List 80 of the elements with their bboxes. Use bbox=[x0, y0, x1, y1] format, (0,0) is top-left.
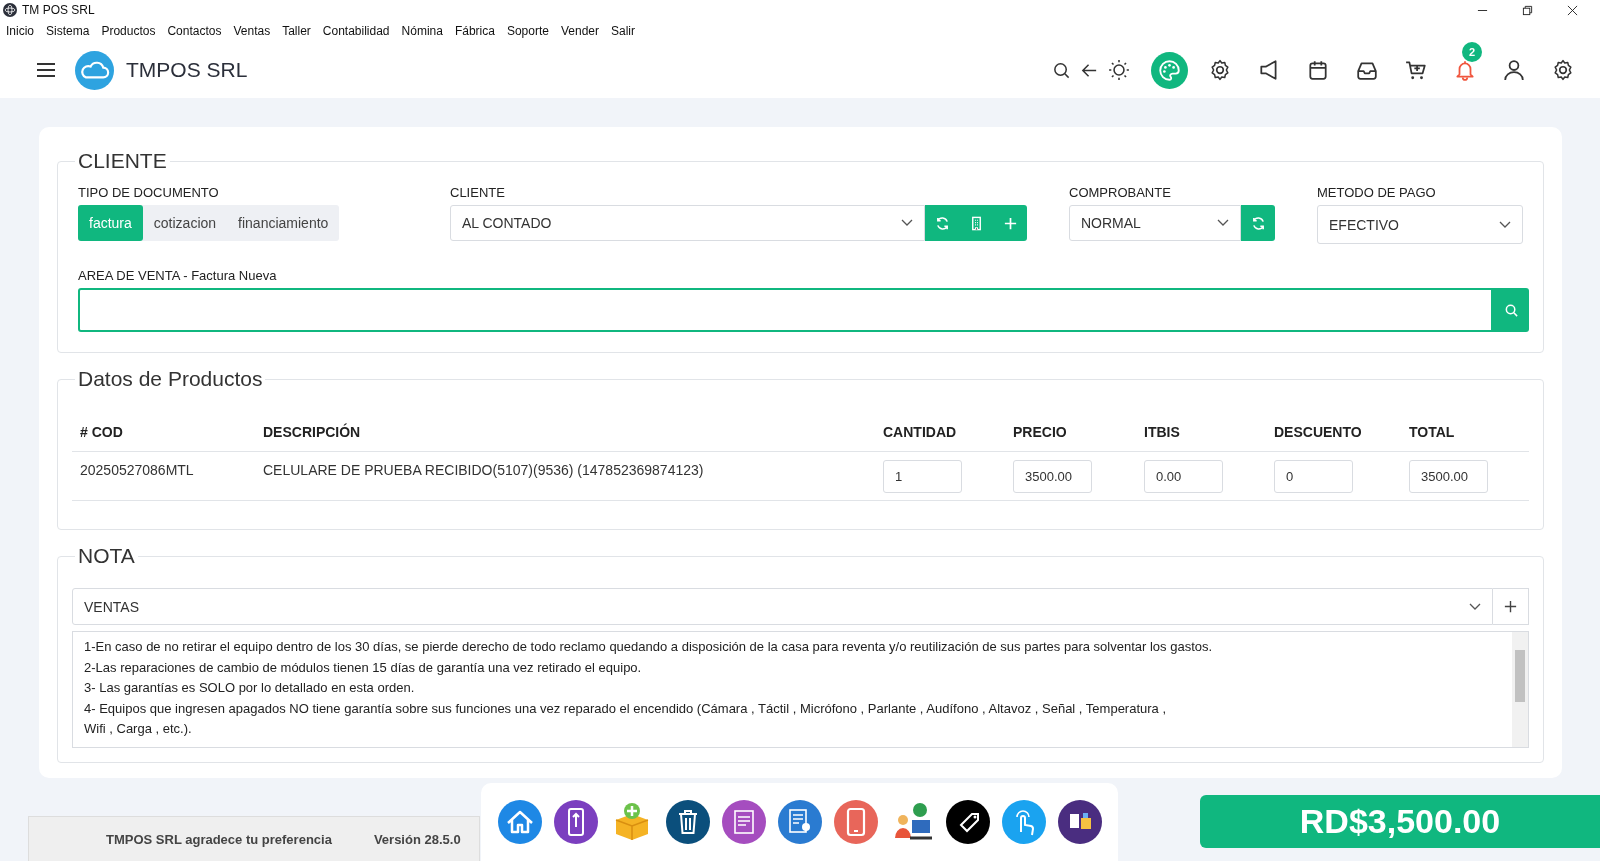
price-tag-icon[interactable] bbox=[945, 800, 990, 844]
document-type-option[interactable]: cotizacion bbox=[142, 205, 228, 241]
search-icon bbox=[1503, 302, 1519, 318]
chevron-down-icon bbox=[1499, 220, 1511, 229]
tablet-icon[interactable] bbox=[833, 800, 878, 844]
app-logo-icon bbox=[3, 3, 17, 17]
field-label: METODO DE PAGO bbox=[1317, 185, 1437, 200]
sales-search-input[interactable] bbox=[78, 288, 1493, 332]
footer-text: TMPOS SRL agradece tu preferencia bbox=[106, 831, 332, 847]
version-text: Versión 28.5.0 bbox=[373, 831, 461, 847]
palette-icon[interactable] bbox=[1151, 51, 1188, 89]
trash-icon[interactable] bbox=[665, 800, 710, 844]
menu-item[interactable]: Fábrica bbox=[454, 24, 495, 38]
scrollbar[interactable] bbox=[1512, 632, 1528, 747]
menu-item[interactable]: Contactos bbox=[167, 24, 222, 38]
section-title: Datos de Productos bbox=[77, 367, 264, 391]
settings-icon[interactable] bbox=[1552, 59, 1574, 81]
column-header: CANTIDAD bbox=[883, 424, 958, 440]
menu-item[interactable]: Soporte bbox=[506, 24, 549, 38]
column-header: ITBIS bbox=[1144, 424, 1181, 440]
home-icon[interactable] bbox=[497, 800, 542, 844]
brand-name: TMPOS SRL bbox=[126, 58, 248, 82]
document-type-option[interactable]: financiamiento bbox=[227, 205, 340, 241]
sun-icon[interactable] bbox=[1108, 59, 1130, 81]
menu-item[interactable]: Inicio bbox=[6, 24, 34, 38]
note-category-select[interactable]: VENTAS bbox=[72, 588, 1493, 625]
phone-repair-icon[interactable] bbox=[553, 800, 598, 844]
client-select[interactable]: AL CONTADO bbox=[450, 205, 925, 241]
column-header: PRECIO bbox=[1013, 424, 1068, 440]
voucher-select[interactable]: NORMAL bbox=[1069, 205, 1241, 241]
section-title: NOTA bbox=[77, 544, 136, 568]
plus-icon bbox=[1503, 599, 1518, 614]
window-title: TM POS SRL bbox=[22, 3, 95, 17]
restore-icon[interactable] bbox=[1522, 4, 1533, 16]
plus-icon bbox=[1002, 215, 1018, 231]
table-input[interactable]: 1 bbox=[883, 459, 962, 493]
column-header: DESCUENTO bbox=[1274, 424, 1363, 440]
refresh-icon bbox=[1250, 215, 1266, 231]
chevron-down-icon bbox=[901, 219, 913, 227]
menu-item[interactable]: Productos bbox=[101, 24, 156, 38]
menu-item[interactable]: Vender bbox=[560, 24, 599, 38]
menu-item[interactable]: Nómina bbox=[401, 24, 443, 38]
table-cell-text: 20250527086MTL bbox=[80, 461, 195, 478]
menu-item[interactable]: Taller bbox=[282, 24, 311, 38]
settings-icon[interactable] bbox=[1209, 59, 1231, 81]
menu-item[interactable]: Contabilidad bbox=[322, 24, 390, 38]
menu-item[interactable]: Sistema bbox=[46, 24, 90, 38]
gallery-icon[interactable] bbox=[1057, 800, 1102, 844]
touch-hand-icon[interactable] bbox=[1001, 800, 1046, 844]
receipt-icon[interactable] bbox=[721, 800, 766, 844]
section-title: CLIENTE bbox=[77, 149, 168, 173]
calendar-icon[interactable] bbox=[1307, 59, 1329, 81]
total-amount: RD$3,500.00 bbox=[1200, 795, 1600, 848]
table-input[interactable]: 0 bbox=[1274, 459, 1353, 493]
refresh-icon bbox=[934, 215, 950, 231]
bell-icon[interactable] bbox=[1454, 59, 1476, 81]
menu-item[interactable]: Ventas bbox=[233, 24, 271, 38]
table-cell-text: CELULARE DE PRUEBA RECIBIDO(5107)(9536) (147852369874123) bbox=[263, 461, 705, 478]
field-label: AREA DE VENTA - Factura Nueva bbox=[78, 268, 278, 283]
table-input[interactable]: 0.00 bbox=[1144, 459, 1223, 493]
chevron-down-icon bbox=[1469, 602, 1481, 611]
menu-item[interactable]: Salir bbox=[611, 24, 635, 38]
field-label: COMPROBANTE bbox=[1069, 185, 1172, 200]
field-label: TIPO DE DOCUMENTO bbox=[78, 185, 220, 200]
column-header: TOTAL bbox=[1409, 424, 1456, 440]
table-input[interactable]: 3500.00 bbox=[1409, 459, 1488, 493]
chevron-down-icon bbox=[1217, 219, 1229, 227]
column-header: DESCRIPCIÓN bbox=[263, 424, 362, 440]
field-label: CLIENTE bbox=[450, 185, 506, 200]
search-icon[interactable] bbox=[1052, 60, 1071, 80]
document-icon[interactable] bbox=[777, 800, 822, 844]
payment-method-select[interactable]: EFECTIVO bbox=[1317, 205, 1523, 244]
cart-plus-icon[interactable] bbox=[1405, 59, 1427, 81]
close-icon[interactable] bbox=[1567, 4, 1578, 16]
table-input[interactable]: 3500.00 bbox=[1013, 459, 1092, 493]
column-header: # COD bbox=[80, 424, 124, 440]
notification-badge: 2 bbox=[1462, 42, 1482, 62]
user-icon[interactable] bbox=[1503, 59, 1525, 81]
cloud-logo-icon bbox=[75, 50, 114, 90]
menu-icon[interactable] bbox=[36, 62, 56, 78]
